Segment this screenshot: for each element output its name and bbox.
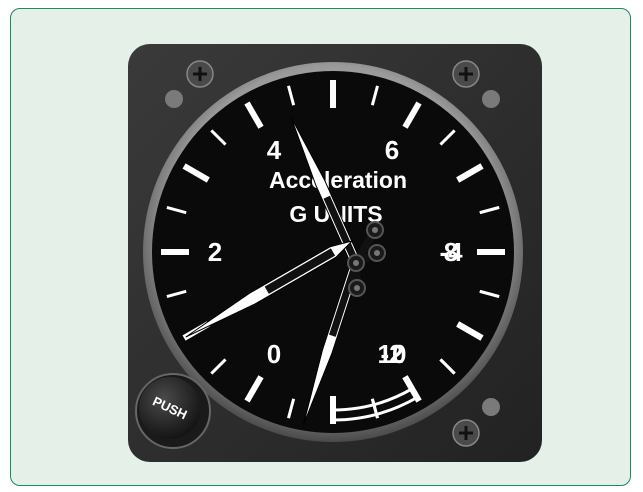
- pivot-pin: [354, 285, 360, 291]
- scale-label: 2: [208, 237, 222, 267]
- push-reset-button[interactable]: PUSH: [135, 373, 211, 449]
- mounting-screw-top-right: [452, 60, 480, 88]
- scale-label: 0: [267, 339, 281, 369]
- mounting-hole-icon: [165, 90, 183, 108]
- mounting-hole-icon: [482, 90, 500, 108]
- g-meter-instrument: -4-2024 6810 Acceleration G UNITS PUSH: [128, 44, 542, 462]
- pivot-pin: [353, 260, 359, 266]
- scale-label: 8: [444, 237, 458, 267]
- scale-label: 10: [378, 339, 407, 369]
- pivot-pin: [374, 250, 380, 256]
- mounting-screw-bottom-right: [452, 419, 480, 447]
- pivot-pin: [372, 227, 378, 233]
- scale-label: 6: [385, 135, 399, 165]
- scale-label: 4: [267, 135, 282, 165]
- gauge-title: Acceleration: [269, 167, 407, 193]
- mounting-hole-icon: [482, 398, 500, 416]
- mounting-screw-top-left: [186, 60, 214, 88]
